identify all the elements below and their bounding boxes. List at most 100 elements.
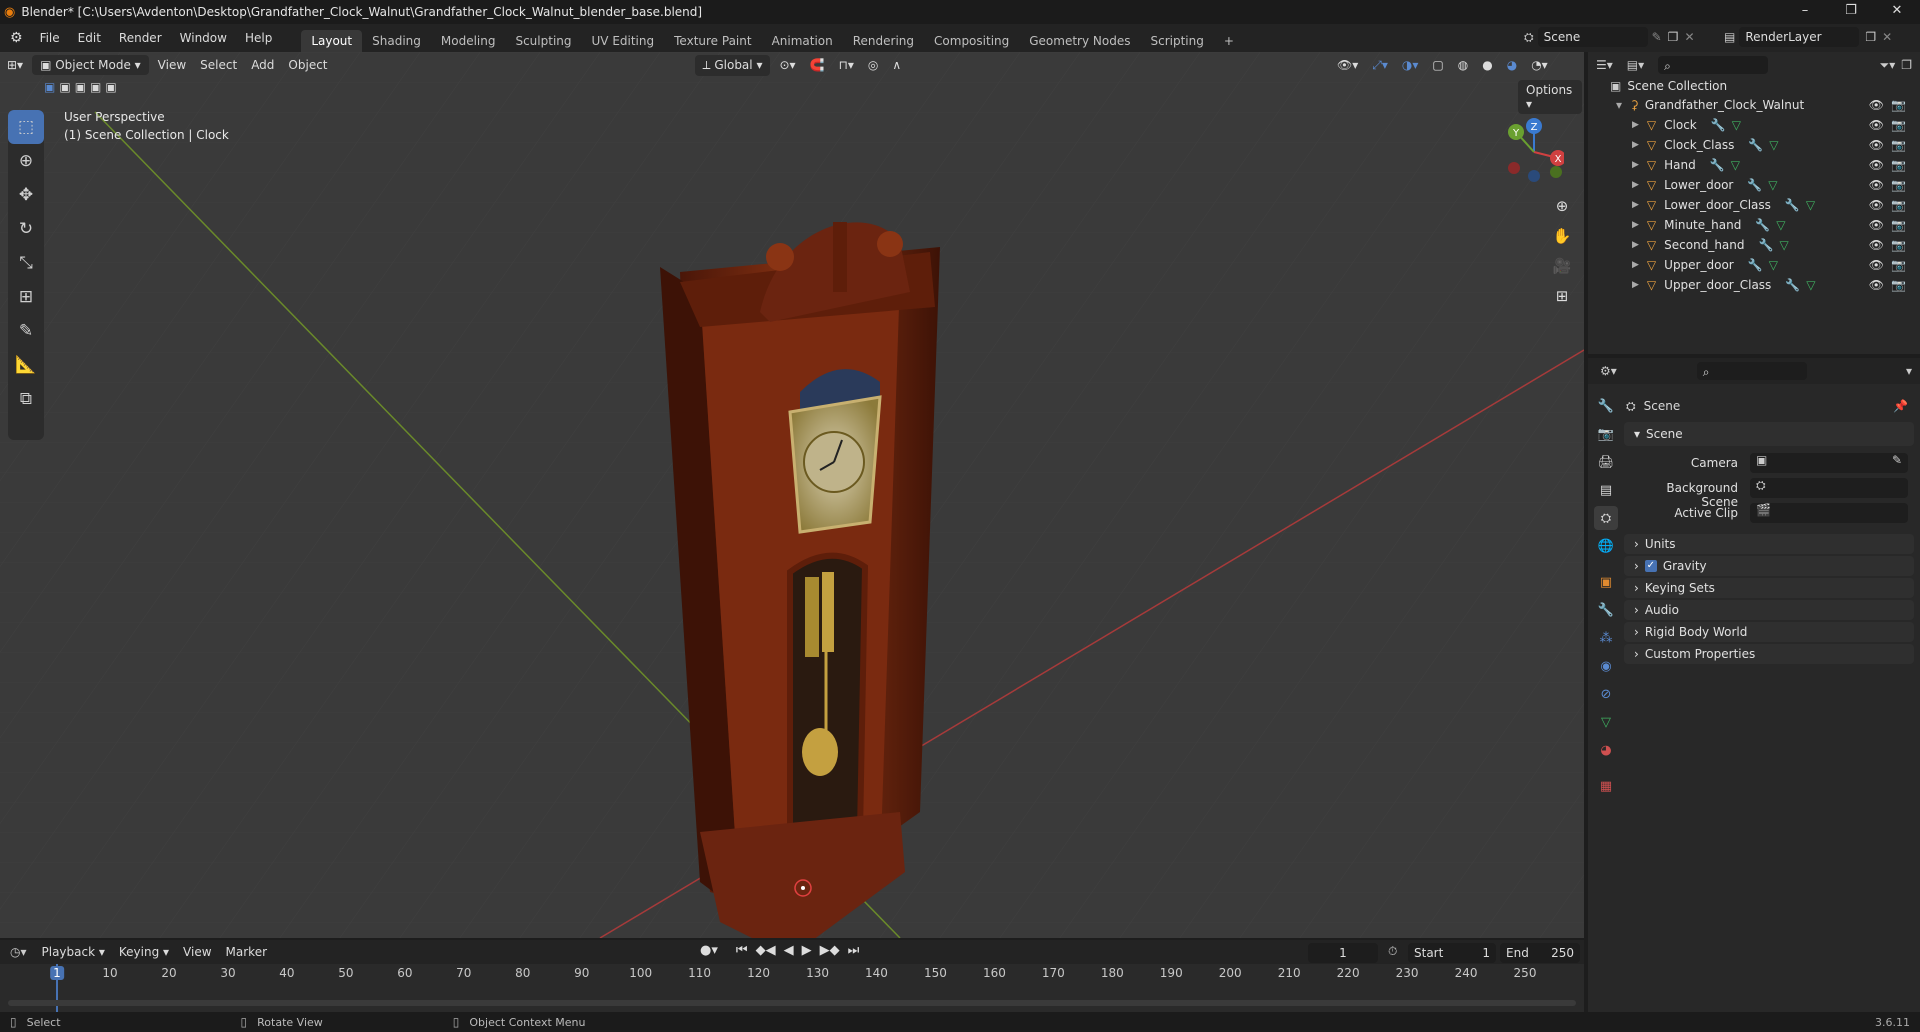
outliner-object-row[interactable]: ▶ ▽ Minute_hand 🔧 ▽ 👁 📷	[1588, 215, 1920, 235]
panel-header[interactable]: › Units	[1624, 534, 1914, 554]
timeline-editor-icon[interactable]: ◷▾	[10, 945, 27, 959]
mesh-data-icon[interactable]: ▽	[1779, 238, 1788, 252]
mesh-data-icon[interactable]: ▽	[1806, 198, 1815, 212]
menu-view[interactable]: View	[151, 55, 193, 75]
visibility-eye-icon[interactable]: 👁	[1869, 278, 1884, 292]
move-tool-icon[interactable]: ✥	[8, 178, 44, 212]
view-layer-field[interactable]: RenderLayer	[1739, 27, 1860, 47]
filter-icon[interactable]: ⏷▾	[1880, 58, 1896, 73]
outliner-object-row[interactable]: ▶ ▽ Hand 🔧 ▽ 👁 📷	[1588, 155, 1920, 175]
eyedropper-icon[interactable]: ✎	[1892, 453, 1902, 467]
material-shading-icon[interactable]: ◕	[1500, 55, 1524, 75]
add-cube-tool-icon[interactable]: ⧉	[8, 382, 44, 416]
transform-tool-icon[interactable]: ⊞	[8, 280, 44, 314]
tab-scripting[interactable]: Scripting	[1140, 30, 1213, 52]
tab-sculpting[interactable]: Sculpting	[505, 30, 581, 52]
minimize-button[interactable]: –	[1782, 0, 1828, 24]
menu-window[interactable]: Window	[171, 31, 236, 45]
tab-animation[interactable]: Animation	[762, 30, 843, 52]
menu-select[interactable]: Select	[193, 55, 244, 75]
expand-arrow-icon[interactable]: ▶	[1632, 260, 1639, 270]
modifier-icon[interactable]: 🔧	[1711, 118, 1726, 132]
proportional-edit-icon[interactable]: ◎	[861, 55, 885, 75]
jump-start-icon[interactable]: ⏮	[736, 943, 748, 958]
transform-orientation-dropdown[interactable]: ⟂ Global ▾	[694, 54, 771, 76]
output-tab-icon[interactable]: 🖨	[1594, 450, 1618, 474]
measure-tool-icon[interactable]: 📐	[8, 348, 44, 382]
mesh-data-icon[interactable]: ▽	[1806, 278, 1815, 292]
mesh-data-icon[interactable]: ▽	[1776, 218, 1785, 232]
pin-icon[interactable]: 📌	[1893, 399, 1908, 413]
menu-render[interactable]: Render	[110, 31, 171, 45]
pan-hand-icon[interactable]: ✋	[1548, 222, 1576, 250]
visibility-eye-icon[interactable]: 👁	[1869, 178, 1884, 192]
mesh-data-icon[interactable]: ▽	[1732, 118, 1741, 132]
visibility-eye-icon[interactable]: 👁	[1869, 118, 1884, 132]
modifier-icon[interactable]: 🔧	[1785, 198, 1800, 212]
modifier-icon[interactable]: 🔧	[1785, 278, 1800, 292]
visibility-eye-icon[interactable]: 👁	[1869, 138, 1884, 152]
timeline-scrollbar[interactable]	[8, 1000, 1576, 1006]
render-camera-icon[interactable]: 📷	[1891, 178, 1906, 192]
texture-tab-icon[interactable]: ▦	[1594, 774, 1618, 798]
visibility-eye-icon[interactable]: 👁	[1869, 158, 1884, 172]
modifier-icon[interactable]: 🔧	[1747, 178, 1762, 192]
outliner-search-input[interactable]: ⌕	[1658, 56, 1769, 74]
outliner-object-row[interactable]: ▶ ▽ Clock 🔧 ▽ 👁 📷	[1588, 115, 1920, 135]
3d-viewport[interactable]: ⊞▾ ▣ Object Mode ▾ View Select Add Objec…	[0, 52, 1584, 938]
select-invert-icon[interactable]: ▣	[90, 80, 101, 94]
timeline-track-area[interactable]: 1 10 20 30 40 50 60 70 80 90 100 110 120 130 140 150 160…	[0, 964, 1584, 1012]
jump-end-icon[interactable]: ⏭	[848, 943, 860, 958]
menu-edit[interactable]: Edit	[69, 31, 110, 45]
menu-add[interactable]: Add	[244, 55, 281, 75]
expand-arrow-icon[interactable]: ▶	[1632, 280, 1639, 290]
annotate-tool-icon[interactable]: ✎	[8, 314, 44, 348]
display-mode-icon[interactable]: ▤▾	[1627, 58, 1644, 72]
world-tab-icon[interactable]: 🌐	[1594, 534, 1618, 558]
stopwatch-icon[interactable]: ⏱	[1388, 944, 1397, 959]
scale-tool-icon[interactable]: ⤡	[8, 246, 44, 280]
render-camera-icon[interactable]: 📷	[1891, 118, 1906, 132]
start-frame-field[interactable]: Start 1	[1408, 943, 1496, 963]
outliner-object-row[interactable]: ▶ ▽ Upper_door_Class 🔧 ▽ 👁 📷	[1588, 275, 1920, 295]
background-scene-field[interactable]: ⛭	[1750, 478, 1908, 498]
render-camera-icon[interactable]: 📷	[1891, 198, 1906, 212]
zoom-icon[interactable]: ⊕	[1548, 192, 1576, 220]
play-reverse-icon[interactable]: ◀	[784, 943, 794, 958]
play-icon[interactable]: ▶	[802, 943, 812, 958]
perspective-toggle-icon[interactable]: ⊞	[1548, 282, 1576, 310]
view-layer-selector[interactable]: ▤ RenderLayer ❐ ✕	[1724, 27, 1892, 47]
properties-options-icon[interactable]: ▾	[1906, 364, 1912, 378]
select-intersect-icon[interactable]: ▣	[105, 80, 116, 94]
maximize-button[interactable]: ❐	[1828, 0, 1874, 24]
expand-arrow-icon[interactable]: ▶	[1632, 160, 1639, 170]
auto-key-icon[interactable]: ●▾	[700, 943, 718, 958]
view-layer-tab-icon[interactable]: ▤	[1594, 478, 1618, 502]
panel-header[interactable]: › Rigid Body World	[1624, 622, 1914, 642]
select-subtract-icon[interactable]: ▣	[75, 80, 86, 94]
mesh-data-icon[interactable]: ▽	[1768, 178, 1777, 192]
tool-tab-icon[interactable]: 🔧	[1594, 394, 1618, 418]
snap-target-icon[interactable]: ⊓▾	[832, 55, 861, 75]
visibility-eye-icon[interactable]: 👁	[1869, 258, 1884, 272]
falloff-icon[interactable]: ∧	[885, 55, 908, 75]
render-camera-icon[interactable]: 📷	[1891, 218, 1906, 232]
outliner-object-row[interactable]: ▶ ▽ Clock_Class 🔧 ▽ 👁 📷	[1588, 135, 1920, 155]
render-camera-icon[interactable]: 📷	[1891, 138, 1906, 152]
modifier-icon[interactable]: 🔧	[1748, 138, 1763, 152]
xray-icon[interactable]: ▢	[1425, 55, 1450, 75]
expand-arrow-icon[interactable]: ▶	[1632, 220, 1639, 230]
tab-shading[interactable]: Shading	[362, 30, 431, 52]
outliner-object-row[interactable]: ▶ ▽ Lower_door 🔧 ▽ 👁 📷	[1588, 175, 1920, 195]
menu-timeline-view[interactable]: View	[176, 942, 218, 962]
mesh-data-icon[interactable]: ▽	[1769, 258, 1778, 272]
close-button[interactable]: ✕	[1874, 0, 1920, 24]
snap-icon[interactable]: 🧲	[803, 55, 832, 75]
outliner-editor-icon[interactable]: ☰▾	[1596, 58, 1613, 72]
visibility-eye-icon[interactable]: 👁	[1869, 238, 1884, 252]
modifier-icon[interactable]: 🔧	[1748, 258, 1763, 272]
properties-search-input[interactable]: ⌕	[1696, 362, 1807, 380]
new-collection-icon[interactable]: ❐	[1901, 58, 1912, 72]
expand-arrow-icon[interactable]: ▶	[1632, 120, 1639, 130]
mode-dropdown[interactable]: ▣ Object Mode ▾	[32, 55, 149, 75]
